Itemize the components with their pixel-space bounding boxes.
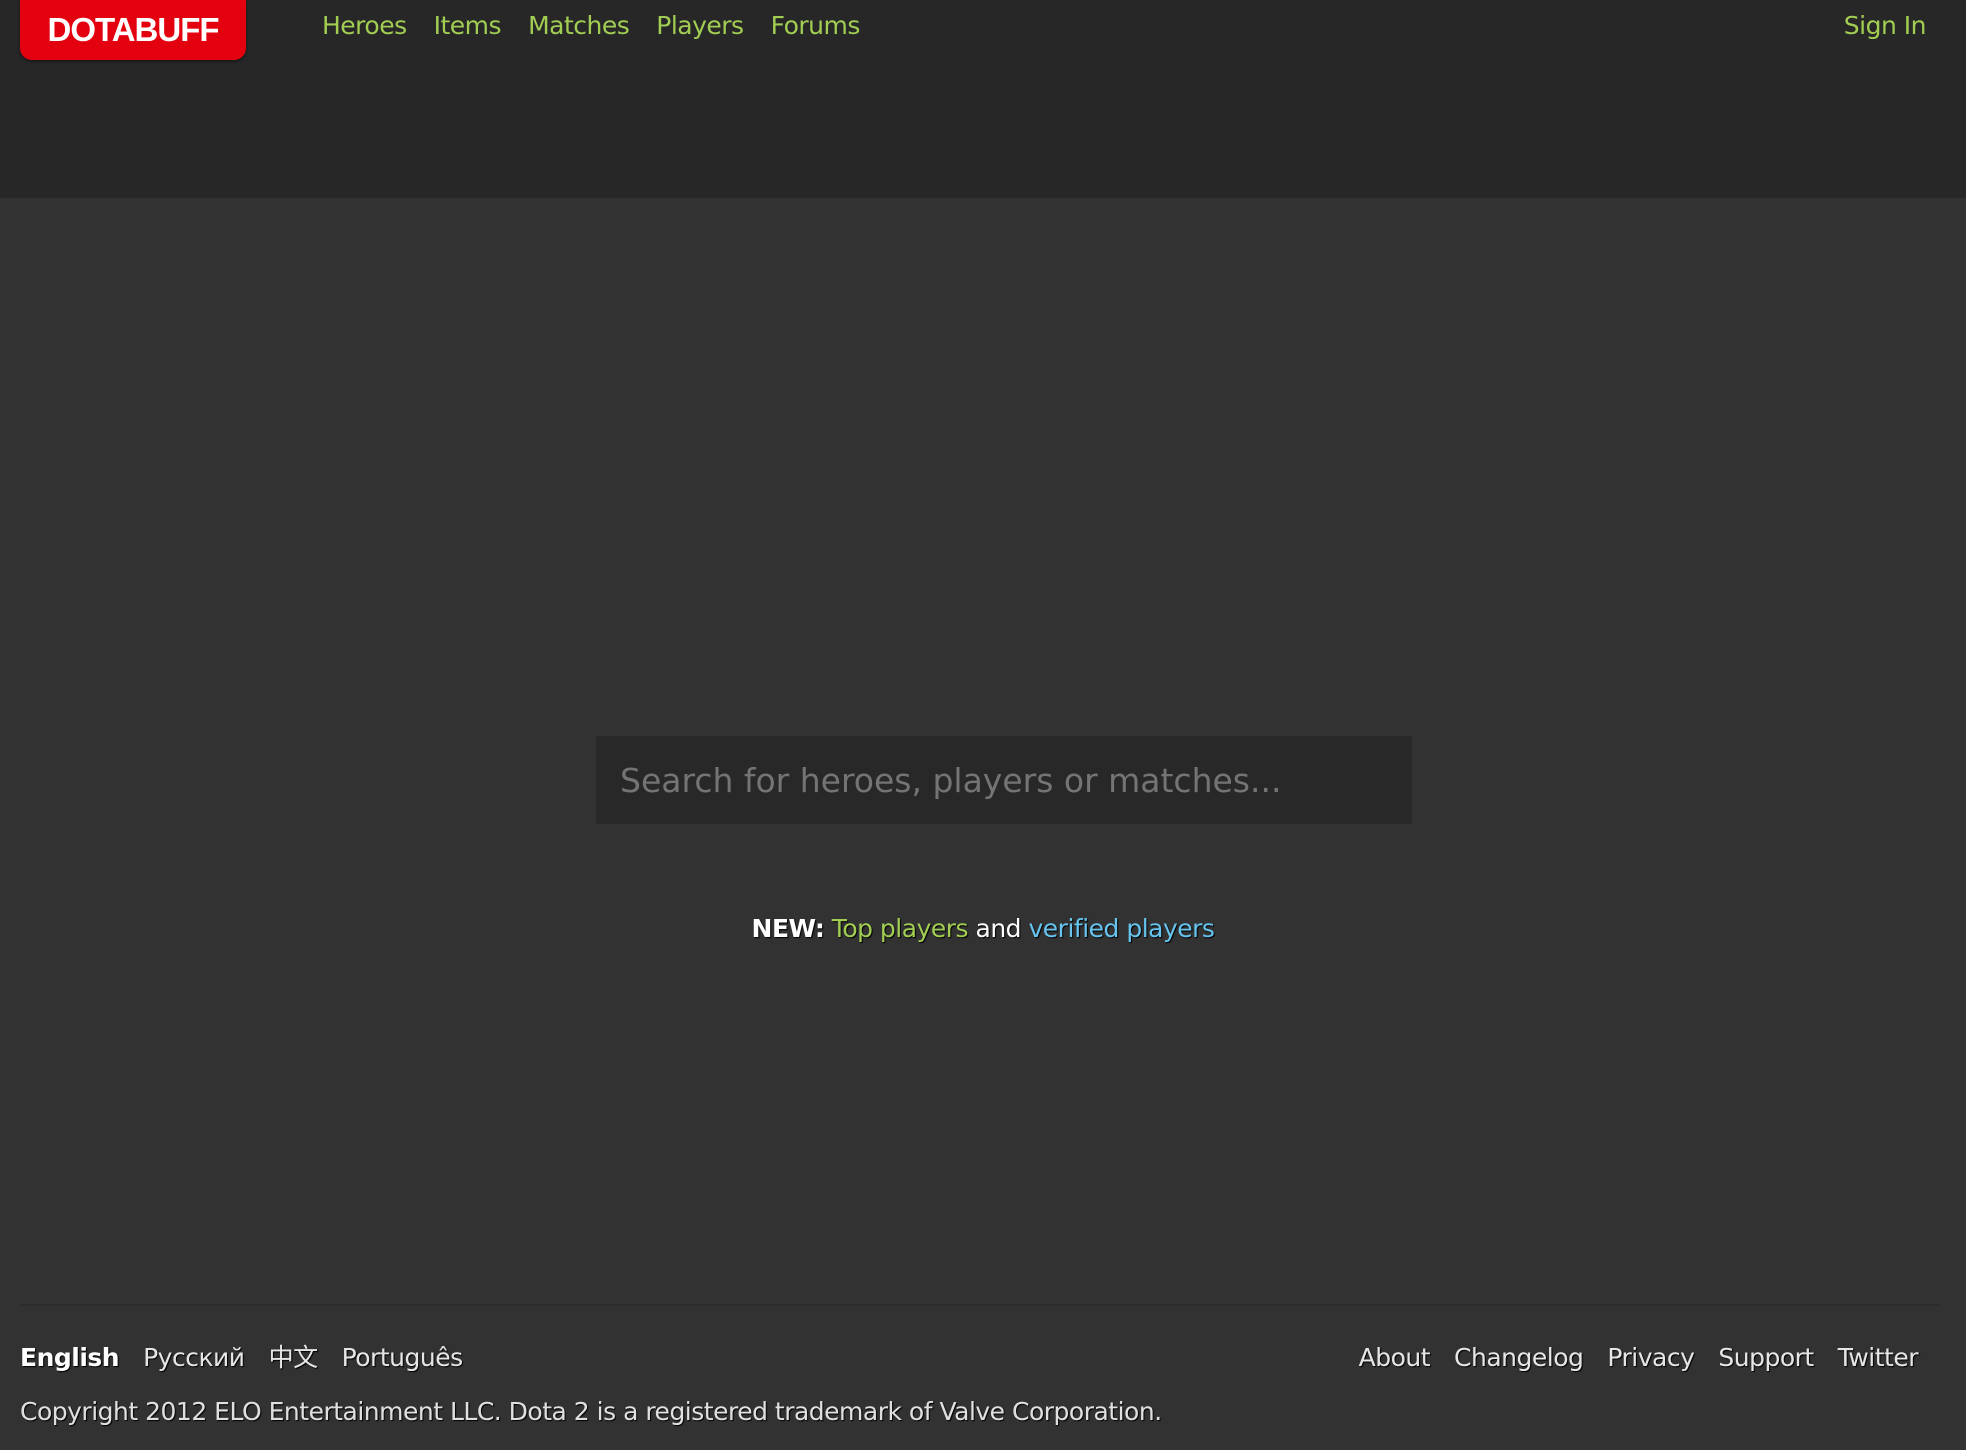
main-nav: Heroes Items Matches Players Forums [322, 8, 860, 44]
language-english[interactable]: English [20, 1340, 120, 1376]
footer-twitter-link[interactable]: Twitter [1838, 1340, 1919, 1376]
footer-privacy-link[interactable]: Privacy [1607, 1340, 1695, 1376]
nav-matches[interactable]: Matches [528, 8, 630, 44]
news-prefix: NEW: [751, 914, 825, 943]
language-selector: English Русский 中文 Português [20, 1340, 463, 1376]
top-players-link[interactable]: Top players [832, 914, 969, 943]
site-header: DOTABUFF Heroes Items Matches Players Fo… [0, 0, 1966, 198]
footer-support-link[interactable]: Support [1718, 1340, 1814, 1376]
nav-forums[interactable]: Forums [771, 8, 861, 44]
nav-heroes[interactable]: Heroes [322, 8, 407, 44]
dotabuff-logo[interactable]: DOTABUFF [20, 0, 246, 60]
footer-divider [20, 1304, 1940, 1306]
language-russian[interactable]: Русский [143, 1340, 245, 1376]
footer-links: About Changelog Privacy Support Twitter [1359, 1340, 1919, 1376]
news-banner: NEW: Top players and verified players [0, 914, 1966, 943]
nav-players[interactable]: Players [656, 8, 744, 44]
language-portuguese[interactable]: Português [342, 1340, 464, 1376]
footer-about-link[interactable]: About [1359, 1340, 1431, 1376]
verified-players-link[interactable]: verified players [1029, 914, 1215, 943]
sign-in-link[interactable]: Sign In [1844, 8, 1927, 44]
footer-changelog-link[interactable]: Changelog [1454, 1340, 1584, 1376]
search-input[interactable] [596, 736, 1412, 824]
news-conjunction: and [975, 914, 1022, 943]
language-chinese[interactable]: 中文 [269, 1340, 319, 1376]
nav-items[interactable]: Items [434, 8, 502, 44]
copyright-text: Copyright 2012 ELO Entertainment LLC. Do… [20, 1397, 1162, 1426]
